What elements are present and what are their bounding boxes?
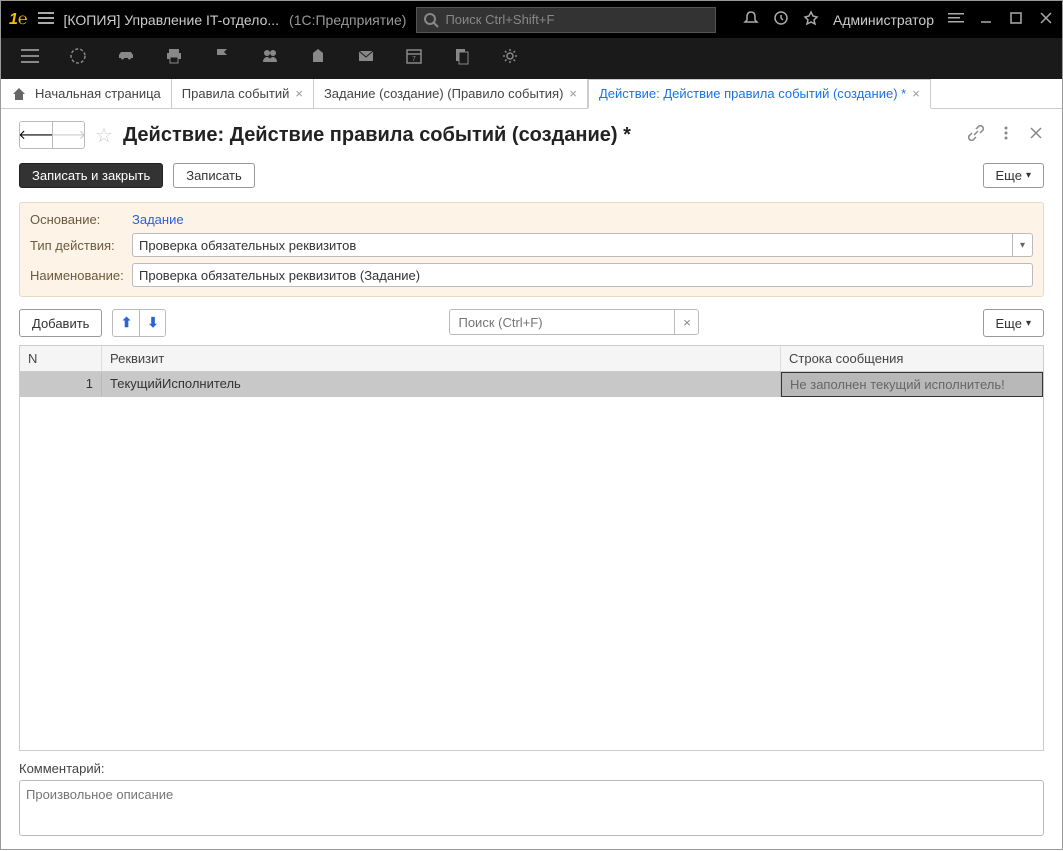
- name-input[interactable]: [132, 263, 1033, 287]
- app-subtitle: (1С:Предприятие): [289, 12, 406, 28]
- close-icon[interactable]: [1038, 10, 1054, 29]
- global-search-placeholder: Поиск Ctrl+Shift+F: [445, 12, 554, 27]
- star-icon[interactable]: [803, 10, 819, 29]
- forward-button[interactable]: 🡒: [52, 122, 84, 148]
- svg-text:7: 7: [412, 56, 416, 63]
- document-tabs: Начальная страница Правила событий × Зад…: [1, 79, 1062, 109]
- content-area: 🡐 🡒 ☆ Действие: Действие правила событий…: [1, 109, 1062, 851]
- comment-section: Комментарий:: [19, 761, 1044, 839]
- form-area: Основание: Задание Тип действия: ▾ Наиме…: [19, 202, 1044, 297]
- history-icon[interactable]: [773, 10, 789, 29]
- table-row[interactable]: 1 ТекущийИсполнитель Не заполнен текущий…: [20, 372, 1043, 397]
- comment-textarea[interactable]: [19, 780, 1044, 836]
- tab-close-icon[interactable]: ×: [912, 86, 920, 101]
- write-button[interactable]: Записать: [173, 163, 255, 188]
- tab-action[interactable]: Действие: Действие правила событий (созд…: [588, 79, 931, 109]
- more-button[interactable]: Еще: [983, 163, 1044, 188]
- basis-label: Основание:: [30, 212, 132, 227]
- cell-message[interactable]: Не заполнен текущий исполнитель!: [781, 372, 1043, 397]
- search-icon: [423, 12, 439, 28]
- target-icon[interactable]: [69, 47, 87, 70]
- sections-icon[interactable]: [21, 47, 39, 70]
- mail-icon[interactable]: [357, 47, 375, 70]
- tab-home[interactable]: Начальная страница: [1, 79, 172, 108]
- home-icon: [11, 86, 27, 102]
- comment-label: Комментарий:: [19, 761, 1044, 776]
- tab-task-label: Задание (создание) (Правило события): [324, 86, 563, 101]
- action-type-input[interactable]: [132, 233, 1013, 257]
- link-icon[interactable]: [968, 125, 984, 146]
- menu-lines-icon[interactable]: [948, 10, 964, 29]
- add-button[interactable]: Добавить: [19, 309, 102, 337]
- tab-rules-label: Правила событий: [182, 86, 290, 101]
- titlebar: 1℮ [КОПИЯ] Управление IT-отдело... (1С:П…: [1, 1, 1062, 38]
- move-up-button[interactable]: ⬆: [113, 310, 139, 336]
- minimize-icon[interactable]: [978, 10, 994, 29]
- cell-n: 1: [20, 372, 102, 397]
- action-type-dropdown[interactable]: ▾: [1013, 233, 1033, 257]
- money-icon[interactable]: [309, 47, 327, 70]
- files-icon[interactable]: [453, 47, 471, 70]
- users-icon[interactable]: [261, 47, 279, 70]
- app-logo: 1℮: [9, 11, 28, 29]
- name-label: Наименование:: [30, 268, 132, 283]
- user-name[interactable]: Администратор: [833, 12, 934, 28]
- tab-close-icon[interactable]: ×: [569, 86, 577, 101]
- search-clear-button[interactable]: ×: [674, 310, 698, 334]
- tab-rules[interactable]: Правила событий ×: [172, 79, 314, 108]
- favorite-star-icon[interactable]: ☆: [95, 123, 113, 148]
- calendar-icon[interactable]: 7: [405, 47, 423, 70]
- command-bar: Записать и закрыть Записать Еще: [19, 163, 1044, 188]
- tab-home-label: Начальная страница: [35, 86, 161, 101]
- page-title: Действие: Действие правила событий (созд…: [123, 124, 631, 147]
- move-down-button[interactable]: ⬇: [139, 310, 165, 336]
- tab-close-icon[interactable]: ×: [295, 86, 303, 101]
- col-requisite[interactable]: Реквизит: [102, 346, 781, 371]
- col-message[interactable]: Строка сообщения: [781, 346, 1043, 371]
- hamburger-icon[interactable]: [38, 10, 54, 29]
- nav-buttons: 🡐 🡒: [19, 121, 85, 149]
- action-type-label: Тип действия:: [30, 238, 132, 253]
- flag-icon[interactable]: [213, 47, 231, 70]
- write-close-button[interactable]: Записать и закрыть: [19, 163, 163, 188]
- table-toolbar: Добавить ⬆ ⬇ × Еще: [19, 309, 1044, 337]
- gear-icon[interactable]: [501, 47, 519, 70]
- tab-task[interactable]: Задание (создание) (Правило события) ×: [314, 79, 588, 108]
- main-toolbar: 7: [1, 38, 1062, 79]
- kebab-icon[interactable]: [998, 125, 1014, 146]
- requisites-table: N Реквизит Строка сообщения 1 ТекущийИсп…: [19, 345, 1044, 751]
- table-more-button[interactable]: Еще: [983, 309, 1044, 337]
- print-icon[interactable]: [165, 47, 183, 70]
- cell-requisite[interactable]: ТекущийИсполнитель: [102, 372, 781, 397]
- page-header: 🡐 🡒 ☆ Действие: Действие правила событий…: [19, 121, 1044, 149]
- back-button[interactable]: 🡐: [20, 122, 52, 148]
- col-n[interactable]: N: [20, 346, 102, 371]
- global-search[interactable]: Поиск Ctrl+Shift+F: [416, 7, 716, 33]
- car-icon[interactable]: [117, 47, 135, 70]
- tab-action-label: Действие: Действие правила событий (созд…: [599, 86, 906, 101]
- table-search-input[interactable]: [450, 310, 674, 334]
- bell-icon[interactable]: [743, 10, 759, 29]
- close-page-icon[interactable]: [1028, 125, 1044, 146]
- maximize-icon[interactable]: [1008, 10, 1024, 29]
- basis-link[interactable]: Задание: [132, 212, 184, 227]
- app-title: [КОПИЯ] Управление IT-отдело...: [64, 12, 280, 28]
